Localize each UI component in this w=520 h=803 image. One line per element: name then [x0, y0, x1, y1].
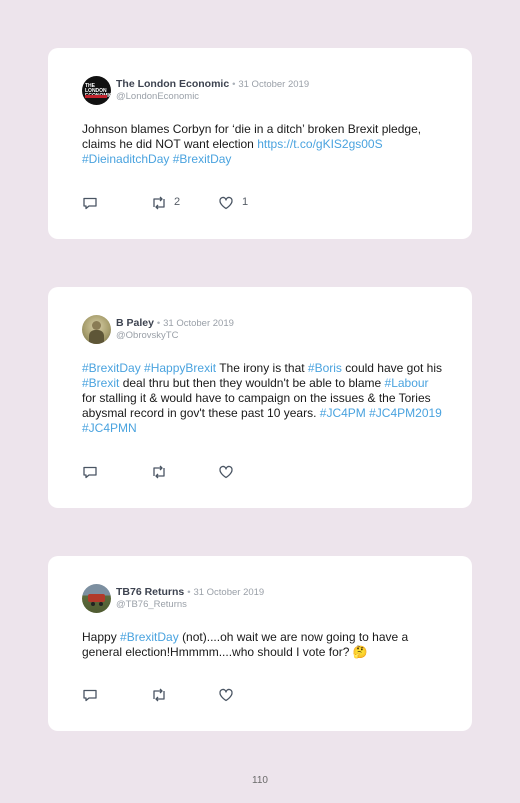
retweet-icon: [153, 688, 165, 702]
reply-icon: [83, 689, 97, 702]
tweet-date[interactable]: 31 October 2019: [193, 587, 264, 598]
hashtag[interactable]: #Boris: [308, 361, 342, 375]
hashtag[interactable]: #JC4PMN: [82, 421, 137, 435]
tweet-link[interactable]: https://t.co/gKIS2gs00S: [257, 137, 382, 151]
hashtag[interactable]: #DieinaditchDay: [82, 152, 169, 166]
page-number: 110: [252, 775, 268, 786]
retweet-button[interactable]: [150, 195, 168, 211]
like-icon: [219, 196, 233, 210]
like-icon: [219, 688, 233, 702]
avatar[interactable]: THE LONDON ECONOMIC: [82, 76, 111, 105]
reply-icon: [83, 197, 97, 210]
like-icon: [219, 465, 233, 479]
retweet-icon: [153, 465, 165, 479]
tweet-actions: [82, 464, 282, 480]
reply-icon: [83, 466, 97, 479]
tweet-card: THE LONDON ECONOMIC The London Economic …: [48, 48, 472, 239]
retweet-count: 2: [174, 196, 181, 208]
tweet-text-segment: Happy: [82, 630, 117, 644]
retweet-icon: [153, 196, 165, 210]
hashtag[interactable]: #BrexitDay: [120, 630, 179, 644]
separator: •: [187, 587, 191, 598]
hashtag[interactable]: #Labour: [385, 376, 429, 390]
avatar[interactable]: [82, 584, 111, 613]
author-handle[interactable]: @TB76_Returns: [116, 599, 187, 611]
tweet-text: Happy #BrexitDay (not)....oh wait we are…: [82, 630, 444, 660]
tweet-date[interactable]: 31 October 2019: [238, 79, 309, 90]
author-handle[interactable]: @LondonEconomic: [116, 91, 199, 103]
retweet-button[interactable]: [150, 464, 168, 480]
hashtag[interactable]: #Brexit: [82, 376, 119, 390]
hashtag[interactable]: #JC4PM2019: [369, 406, 442, 420]
reply-button[interactable]: [82, 464, 98, 480]
tweet-text: #BrexitDay #HappyBrexit The irony is tha…: [82, 361, 444, 436]
reply-button[interactable]: [82, 687, 98, 703]
tweet-text-segment: deal thru but then they wouldn't be able…: [122, 376, 382, 390]
tweet-actions: 2 1: [82, 195, 282, 211]
like-button[interactable]: [218, 687, 234, 703]
tweet-text-segment: The irony is that: [219, 361, 305, 375]
author-handle[interactable]: @ObrovskyTC: [116, 330, 178, 342]
separator: •: [156, 318, 161, 329]
author-name[interactable]: TB76 Returns: [116, 586, 184, 598]
hashtag[interactable]: #JC4PM: [320, 406, 366, 420]
tweet-card: TB76 Returns • 31 October 2019 @TB76_Ret…: [48, 556, 472, 731]
like-button[interactable]: [218, 195, 234, 211]
author-name[interactable]: B Paley: [116, 317, 154, 329]
avatar[interactable]: [82, 315, 111, 344]
tweet-actions: [82, 687, 282, 703]
separator: •: [232, 79, 236, 90]
tweet-text: Johnson blames Corbyn for ‘die in a ditc…: [82, 122, 442, 167]
like-button[interactable]: [218, 464, 234, 480]
tweet-text-segment: could have got his: [345, 361, 443, 375]
tweet-date[interactable]: 31 October 2019: [163, 318, 234, 329]
hashtag[interactable]: #HappyBrexit: [144, 361, 216, 375]
author-name[interactable]: The London Economic: [116, 78, 229, 90]
thinking-face-emoji: 🤔: [352, 645, 368, 659]
hashtag[interactable]: #BrexitDay: [82, 361, 141, 375]
retweet-button[interactable]: [150, 687, 168, 703]
reply-button[interactable]: [82, 195, 98, 211]
tweet-card: B Paley • 31 October 2019 @ObrovskyTC #B…: [48, 287, 472, 508]
hashtag[interactable]: #BrexitDay: [173, 152, 232, 166]
like-count: 1: [242, 196, 249, 208]
